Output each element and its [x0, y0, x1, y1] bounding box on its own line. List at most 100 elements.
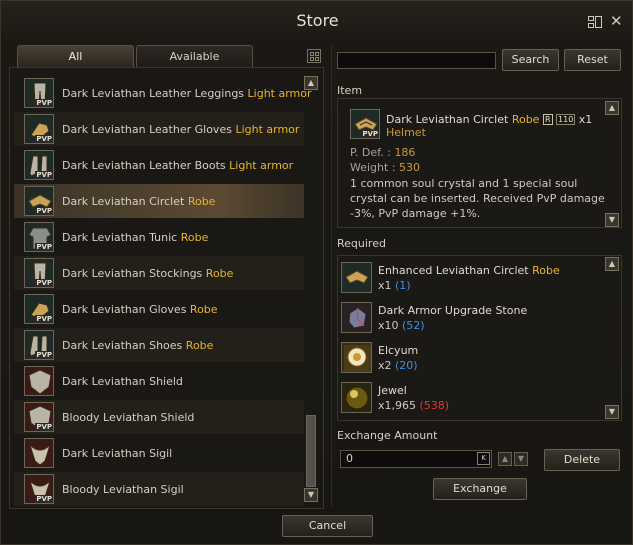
list-item-grade: Light armor	[247, 86, 312, 100]
list-item-name: Dark Leviathan Circlet Robe	[62, 195, 215, 208]
scroll-down-icon[interactable]: ▼	[304, 488, 318, 502]
list-item[interactable]: PVP Dark Leviathan Stockings Robe	[14, 256, 304, 290]
exchange-amount-input[interactable]: 0	[340, 450, 492, 468]
list-item[interactable]: PVP Bloody Leviathan Shield	[14, 400, 304, 434]
required-item-label: Enhanced Leviathan Circlet	[378, 264, 529, 277]
required-item: Dark Armor Upgrade Stone x10 (52)	[338, 298, 603, 338]
tunic-icon: PVP	[24, 222, 54, 252]
pvp-tag: PVP	[35, 243, 53, 251]
pdef-label: P. Def. :	[350, 146, 391, 159]
required-item-name: Jewel	[378, 384, 407, 397]
list-item-label: Bloody Leviathan Shield	[62, 410, 195, 424]
list-item-label: Dark Leviathan Tunic	[62, 230, 178, 244]
scroll-thumb[interactable]	[306, 415, 316, 487]
required-item-name: Enhanced Leviathan Circlet Robe	[378, 264, 560, 277]
required-scroll-down-icon[interactable]: ▼	[605, 405, 619, 419]
list-item-name: Dark Leviathan Stockings Robe	[62, 267, 233, 280]
sigil-icon: PVP	[24, 474, 54, 504]
list-item-name: Bloody Leviathan Sigil	[62, 483, 184, 496]
circlet-icon: PVP	[24, 186, 54, 216]
item-scrollbar[interactable]: ▲ ▼	[605, 101, 619, 227]
tab-all[interactable]: All	[17, 45, 134, 67]
close-icon[interactable]: ✕	[610, 12, 623, 30]
weight-stat: Weight : 530	[350, 161, 420, 174]
required-item-name: Dark Armor Upgrade Stone	[378, 304, 527, 317]
required-qty-value: x1	[378, 279, 392, 292]
tab-available[interactable]: Available	[136, 45, 253, 67]
thousand-button[interactable]: K	[477, 452, 490, 465]
list-item-name: Dark Leviathan Shield	[62, 375, 183, 388]
required-qty-value: x10	[378, 319, 399, 332]
list-item[interactable]: Dark Leviathan Shield	[14, 364, 304, 398]
list-item[interactable]: PVP Dark Leviathan Leather Leggings Light…	[14, 76, 312, 110]
grid-view-icon[interactable]	[307, 49, 321, 63]
layout-toggle-icon[interactable]	[588, 15, 602, 29]
item-title: Dark Leviathan Circlet Robe R 110 x1	[386, 113, 592, 126]
list-item-name: Dark Leviathan Leather Boots Light armor	[62, 159, 293, 172]
required-item-grade: Robe	[532, 264, 560, 277]
list-item-grade: Light armor	[235, 122, 300, 136]
list-item-name: Dark Leviathan Leather Gloves Light armo…	[62, 123, 299, 136]
pvp-tag: PVP	[35, 279, 53, 287]
increase-icon[interactable]: ▲	[498, 452, 512, 466]
list-item-name: Dark Leviathan Leather Leggings Light ar…	[62, 87, 312, 100]
list-item-grade: Robe	[205, 266, 234, 280]
item-qty: x1	[578, 113, 593, 126]
window-title: Store	[296, 11, 339, 30]
stockings-icon: PVP	[24, 258, 54, 288]
required-section-label: Required	[337, 237, 386, 250]
rank-badge: R	[542, 114, 553, 125]
list-item[interactable]: PVP Dark Leviathan Shoes Robe	[14, 328, 304, 362]
scroll-up-icon[interactable]: ▲	[304, 76, 318, 90]
required-item-qty: x1 (1)	[378, 279, 411, 292]
required-scroll-up-icon[interactable]: ▲	[605, 257, 619, 271]
panel-divider	[331, 45, 332, 507]
list-item[interactable]: PVP Dark Leviathan Gloves Robe	[14, 292, 304, 326]
list-item[interactable]: PVP Dark Leviathan Leather Boots Light ar…	[14, 148, 304, 182]
list-item-grade: Robe	[180, 230, 209, 244]
decrease-icon[interactable]: ▼	[514, 452, 528, 466]
cancel-button[interactable]: Cancel	[282, 515, 373, 537]
gloves-icon: PVP	[24, 114, 54, 144]
required-item-label: Dark Armor Upgrade Stone	[378, 304, 528, 317]
pvp-tag: PVP	[35, 495, 53, 503]
item-scroll-up-icon[interactable]: ▲	[605, 101, 619, 115]
list-item[interactable]: PVP Bloody Leviathan Sigil	[14, 472, 304, 506]
required-item-qty: x2 (20)	[378, 359, 418, 372]
exchange-button[interactable]: Exchange	[433, 478, 527, 500]
list-item[interactable]: Dark Leviathan Sigil	[14, 436, 304, 470]
item-scroll-down-icon[interactable]: ▼	[605, 213, 619, 227]
pvp-tag: PVP	[35, 207, 53, 215]
required-scrollbar[interactable]: ▲ ▼	[605, 257, 619, 419]
item-description: 1 common soul crystal and 1 special soul…	[350, 177, 605, 220]
pvp-tag: PVP	[35, 171, 53, 179]
item-type: Helmet	[386, 126, 426, 139]
list-item-label: Bloody Leviathan Sigil	[62, 482, 184, 496]
delete-button[interactable]: Delete	[544, 449, 620, 471]
leggings-icon: PVP	[24, 78, 54, 108]
required-item-name: Elcyum	[378, 344, 418, 357]
level-badge: 110	[556, 114, 576, 125]
list-item[interactable]: PVP Dark Leviathan Tunic Robe	[14, 220, 304, 254]
owned-count: (1)	[395, 279, 411, 292]
list-item-grade: Robe	[189, 302, 218, 316]
weight-label: Weight :	[350, 161, 396, 174]
required-item-label: Jewel	[378, 384, 407, 397]
required-item-qty: x1,965 (538)	[378, 399, 449, 412]
search-input[interactable]	[337, 52, 496, 69]
pvp-tag: PVP	[361, 130, 379, 138]
list-item-name: Bloody Leviathan Shield	[62, 411, 194, 424]
list-item-grade: Light armor	[229, 158, 294, 172]
list-item-grade: Robe	[185, 338, 214, 352]
required-item-qty: x10 (52)	[378, 319, 425, 332]
pvp-tag: PVP	[35, 135, 53, 143]
item-detail-box: PVP Dark Leviathan Circlet Robe R 110 x1…	[337, 98, 622, 228]
search-button[interactable]: Search	[502, 49, 559, 71]
list-item[interactable]: PVP Dark Leviathan Circlet Robe	[14, 184, 304, 218]
list-item[interactable]: PVP Dark Leviathan Leather Gloves Light a…	[14, 112, 304, 146]
required-box: Enhanced Leviathan Circlet Robe x1 (1) Dar…	[337, 255, 622, 421]
list-scrollbar[interactable]: ▲ ▼	[304, 73, 318, 503]
pdef-value: 186	[394, 146, 416, 159]
pvp-tag: PVP	[35, 99, 53, 107]
reset-button[interactable]: Reset	[564, 49, 621, 71]
